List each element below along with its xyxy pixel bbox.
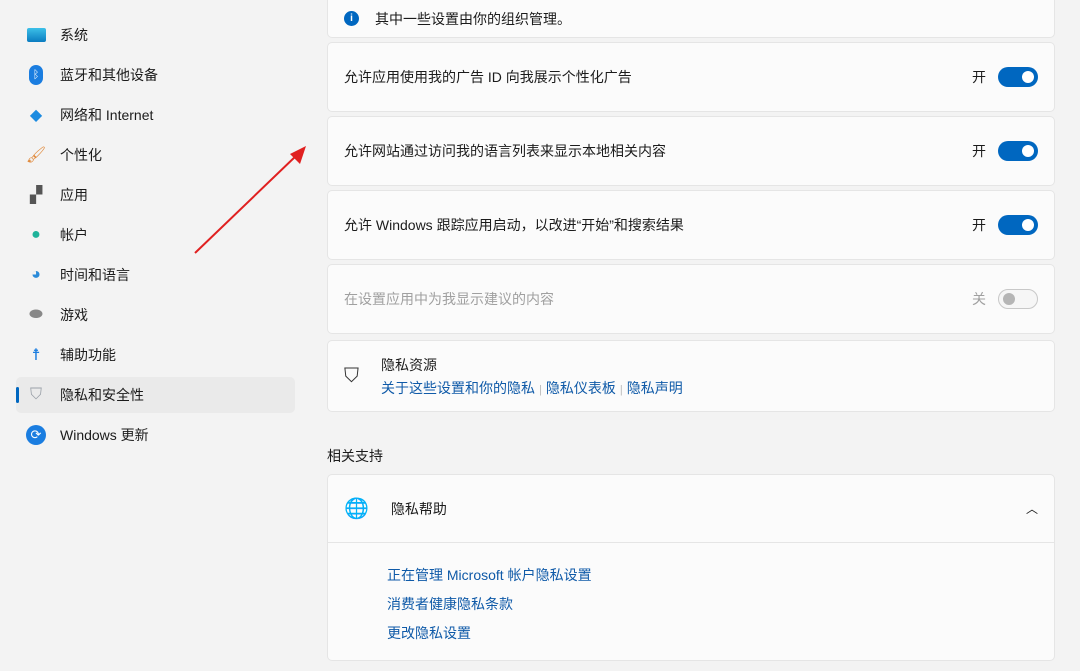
notice-text: 其中一些设置由你的组织管理。 xyxy=(375,10,571,27)
related-support-heading: 相关支持 xyxy=(327,448,383,464)
ad-id-toggle[interactable] xyxy=(998,67,1038,87)
chevron-up-icon[interactable]: ︿ xyxy=(1026,500,1038,517)
info-icon: i xyxy=(344,11,359,26)
toggle-state: 关 xyxy=(972,291,986,307)
nav-label: 个性化 xyxy=(60,147,102,163)
nav-label: 应用 xyxy=(60,187,88,203)
managed-notice: i 其中一些设置由你的组织管理。 xyxy=(327,0,1055,38)
nav-accessibility[interactable]: ☨ 辅助功能 xyxy=(16,337,295,373)
privacy-help-expander: 🌐 隐私帮助 ︿ 正在管理 Microsoft 帐户隐私设置 消费者健康隐私条款… xyxy=(327,474,1055,661)
help-links: 正在管理 Microsoft 帐户隐私设置 消费者健康隐私条款 更改隐私设置 xyxy=(328,543,1054,660)
nav-network[interactable]: ◆ 网络和 Internet xyxy=(16,97,295,133)
nav-label: 系统 xyxy=(60,27,88,43)
red-arrow-annotation xyxy=(194,146,306,254)
system-icon xyxy=(26,25,46,45)
brush-icon: 🖌 xyxy=(25,147,47,164)
toggle-state: 开 xyxy=(972,217,986,233)
privacy-statement-link[interactable]: 隐私声明 xyxy=(627,380,683,396)
shield-icon: ⛉ xyxy=(29,386,42,403)
shield-outline-icon: ⛉ xyxy=(344,364,359,387)
app-launch-toggle[interactable] xyxy=(998,215,1038,235)
about-privacy-link[interactable]: 关于这些设置和你的隐私 xyxy=(381,380,535,396)
setting-label: 允许网站通过访问我的语言列表来显示本地相关内容 xyxy=(344,143,666,159)
update-icon: ⟳ xyxy=(26,425,46,445)
help-link[interactable]: 更改隐私设置 xyxy=(387,625,471,641)
privacy-dashboard-link[interactable]: 隐私仪表板 xyxy=(546,380,616,396)
toggle-state: 开 xyxy=(972,143,986,159)
nav-time-language[interactable]: ◕ 时间和语言 xyxy=(16,257,295,293)
bluetooth-icon: ᛒ xyxy=(26,65,46,85)
nav-label: 帐户 xyxy=(60,227,88,243)
resources-title: 隐私资源 xyxy=(381,356,437,373)
setting-suggested-content: 在设置应用中为我显示建议的内容 关 xyxy=(327,264,1055,334)
nav-system[interactable]: 系统 xyxy=(16,17,295,53)
main-content: i 其中一些设置由你的组织管理。 允许应用使用我的广告 ID 向我展示个性化广告… xyxy=(327,0,1055,661)
nav-label: 时间和语言 xyxy=(60,267,130,283)
nav-bluetooth[interactable]: ᛒ 蓝牙和其他设备 xyxy=(16,57,295,93)
setting-label: 允许应用使用我的广告 ID 向我展示个性化广告 xyxy=(344,69,632,85)
gamepad-icon: ⬬ xyxy=(29,306,43,323)
language-list-toggle[interactable] xyxy=(998,141,1038,161)
nav-windows-update[interactable]: ⟳ Windows 更新 xyxy=(16,417,295,453)
apps-icon: ▞ xyxy=(29,187,43,204)
help-title: 隐私帮助 xyxy=(390,500,447,517)
wifi-icon: ◆ xyxy=(29,107,43,124)
nav-label: 网络和 Internet xyxy=(60,107,154,123)
privacy-help-header[interactable]: 🌐 隐私帮助 ︿ xyxy=(328,475,1054,543)
account-icon: ● xyxy=(31,226,41,243)
setting-label: 在设置应用中为我显示建议的内容 xyxy=(344,291,554,307)
nav-gaming[interactable]: ⬬ 游戏 xyxy=(16,297,295,333)
setting-app-launch-tracking: 允许 Windows 跟踪应用启动，以改进“开始”和搜索结果 开 xyxy=(327,190,1055,260)
toggle-state: 开 xyxy=(972,69,986,85)
accessibility-icon: ☨ xyxy=(31,347,41,364)
globe-clock-icon: ◕ xyxy=(31,266,41,283)
globe-search-icon: 🌐 xyxy=(344,498,369,520)
setting-language-list: 允许网站通过访问我的语言列表来显示本地相关内容 开 xyxy=(327,116,1055,186)
suggested-content-toggle[interactable] xyxy=(998,289,1038,309)
help-link[interactable]: 消费者健康隐私条款 xyxy=(387,596,513,612)
setting-ad-id: 允许应用使用我的广告 ID 向我展示个性化广告 开 xyxy=(327,42,1055,112)
nav-label: 辅助功能 xyxy=(60,347,116,363)
privacy-resources: ⛉ 隐私资源 关于这些设置和你的隐私 | 隐私仪表板 | 隐私声明 xyxy=(327,340,1055,412)
nav-label: Windows 更新 xyxy=(60,427,149,443)
nav-label: 蓝牙和其他设备 xyxy=(60,67,158,83)
help-link[interactable]: 正在管理 Microsoft 帐户隐私设置 xyxy=(387,567,592,583)
setting-label: 允许 Windows 跟踪应用启动，以改进“开始”和搜索结果 xyxy=(344,217,684,233)
nav-label: 游戏 xyxy=(60,307,88,323)
nav-privacy-security[interactable]: ⛉ 隐私和安全性 xyxy=(16,377,295,413)
nav-label: 隐私和安全性 xyxy=(60,387,144,403)
